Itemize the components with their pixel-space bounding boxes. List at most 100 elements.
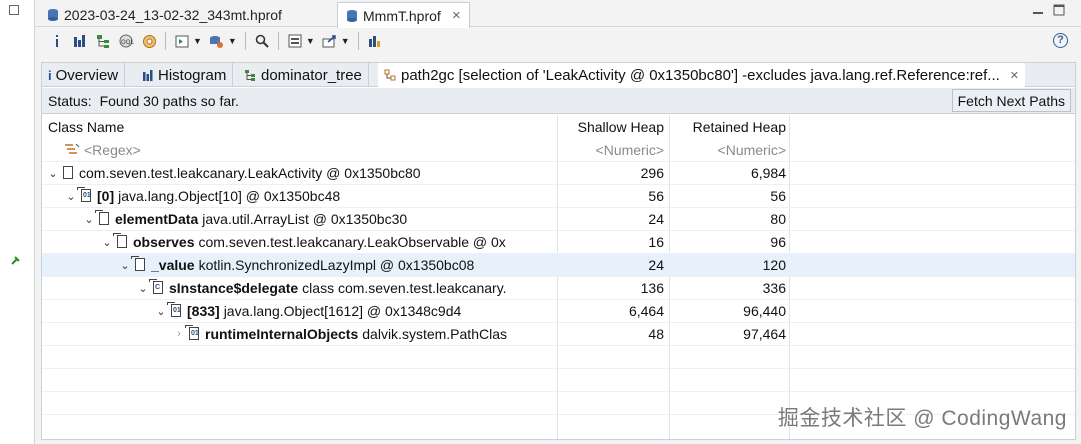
fetch-next-paths-button[interactable]: Fetch Next Paths: [951, 89, 1071, 112]
dominator-tree-icon[interactable]: [93, 31, 113, 51]
toolbar-separator: [357, 32, 359, 50]
tab-overview[interactable]: i Overview: [42, 63, 126, 87]
info-icon[interactable]: [47, 31, 67, 51]
shallow-heap-value: 16: [648, 234, 664, 250]
table-row-selected[interactable]: ⌄ _value kotlin.SynchronizedLazyImpl @ 0…: [42, 254, 1075, 277]
row-field: [833]: [187, 303, 220, 319]
reference-icon: [95, 210, 110, 226]
tab-label: path2gc [selection of 'LeakActivity @ 0x…: [401, 67, 1000, 84]
close-tab-icon[interactable]: ✕: [1010, 69, 1019, 82]
shallow-heap-value: 48: [648, 326, 664, 342]
table-row[interactable]: ⌄ 01 [833] java.lang.Object[1612] @ 0x13…: [42, 300, 1075, 323]
oql-icon[interactable]: OQL: [116, 31, 136, 51]
chevron-down-icon[interactable]: ▼: [306, 36, 315, 46]
chevron-down-icon[interactable]: ⌄: [136, 282, 150, 295]
export-icon[interactable]: [320, 31, 340, 51]
class-name-filter-input[interactable]: <Regex>: [84, 142, 141, 158]
editor-tab-hprof-1[interactable]: 2023-03-24_13-02-32_343mt.hprof: [39, 2, 290, 27]
search-icon[interactable]: [252, 31, 272, 51]
chevron-down-icon[interactable]: ▼: [341, 36, 350, 46]
status-text: Found 30 paths so far.: [99, 92, 239, 109]
retained-heap-value: 120: [762, 257, 786, 273]
row-field: runtimeInternalObjects: [205, 326, 359, 342]
toolbar-separator: [277, 32, 279, 50]
tab-histogram[interactable]: Histogram: [136, 63, 234, 87]
shallow-heap-value: 24: [648, 211, 664, 227]
shallow-filter-input[interactable]: <Numeric>: [560, 139, 664, 161]
database-icon: [48, 8, 58, 21]
object-icon: [62, 166, 74, 180]
tab-label: Overview: [55, 66, 119, 84]
table-row[interactable]: ⌄ observes com.seven.test.leakcanary.Lea…: [42, 231, 1075, 254]
row-object: kotlin.SynchronizedLazyImpl @ 0x1350bc08: [198, 257, 475, 273]
row-object: com.seven.test.leakcanary.LeakObservable…: [198, 234, 506, 250]
status-bar: Status: Found 30 paths so far. Fetch Nex…: [42, 88, 1075, 114]
watermark-text: 掘金技术社区 @ CodingWang: [777, 407, 1067, 430]
toolbar: OQL ▼ ▼ ▼ ▼ ?: [41, 28, 1076, 54]
tab-dominator-tree[interactable]: dominator_tree: [238, 63, 369, 87]
shallow-heap-value: 6,464: [628, 303, 664, 319]
table-row[interactable]: › 01 runtimeInternalObjects dalvik.syste…: [42, 323, 1075, 346]
table-row[interactable]: ⌄ C sInstance$delegate class com.seven.t…: [42, 277, 1075, 300]
editor-area: 2023-03-24_13-02-32_343mt.hprof MmmT.hpr…: [34, 0, 1081, 444]
help-icon[interactable]: ?: [1053, 33, 1068, 48]
retained-heap-value: 336: [762, 280, 786, 296]
retained-heap-value: 56: [770, 188, 786, 204]
retained-heap-value: 80: [770, 211, 786, 227]
minimize-editor-icon[interactable]: [1032, 4, 1044, 16]
retained-filter-input[interactable]: <Numeric>: [672, 139, 786, 161]
table-row[interactable]: ⌄ elementData java.util.ArrayList @ 0x13…: [42, 208, 1075, 231]
array-reference-icon: 01: [185, 325, 200, 341]
row-field: [0]: [97, 188, 115, 204]
chevron-down-icon[interactable]: ⌄: [46, 167, 60, 180]
chevron-down-icon[interactable]: ⌄: [82, 213, 96, 226]
result-tab-bar: i Overview Histogram dominator_tree path…: [42, 63, 1075, 88]
column-header-class-name[interactable]: Class Name: [48, 115, 553, 139]
table-row[interactable]: ⌄ 01 [0] java.lang.Object[10] @ 0x1350bc…: [42, 185, 1075, 208]
database-icon: [347, 9, 357, 22]
chevron-down-icon[interactable]: ▼: [228, 36, 237, 46]
retained-heap-value: 97,464: [743, 326, 786, 342]
histogram-icon[interactable]: [70, 31, 90, 51]
dominator-tree-icon: [245, 69, 255, 81]
row-field: _value: [151, 257, 195, 273]
reference-icon: [113, 233, 128, 249]
row-object: java.util.ArrayList @ 0x1350bc30: [202, 211, 408, 227]
chevron-right-icon[interactable]: ›: [172, 328, 186, 340]
column-header-retained-heap[interactable]: Retained Heap: [672, 115, 786, 139]
pin-icon: [11, 256, 20, 265]
table-row[interactable]: ⌄ com.seven.test.leakcanary.LeakActivity…: [42, 162, 1075, 185]
minimize-icon[interactable]: [9, 5, 19, 15]
left-gutter: [0, 0, 34, 444]
chevron-down-icon[interactable]: ⌄: [118, 259, 132, 272]
run-report-icon[interactable]: [172, 31, 192, 51]
close-tab-icon[interactable]: ✕: [452, 9, 461, 22]
chevron-down-icon[interactable]: ▼: [193, 36, 202, 46]
array-reference-icon: 01: [167, 302, 182, 318]
calculate-retained-icon[interactable]: [365, 31, 385, 51]
svg-text:OQL: OQL: [121, 39, 134, 46]
chevron-down-icon[interactable]: ⌄: [154, 305, 168, 318]
editor-tab-label: MmmT.hprof: [363, 7, 441, 24]
heap-dump-query-icon[interactable]: [207, 31, 227, 51]
path-to-gc-icon: [384, 69, 396, 81]
filter-row: <Regex> <Numeric> <Numeric>: [42, 139, 1075, 162]
maximize-editor-icon[interactable]: [1053, 4, 1065, 16]
empty-row: [42, 346, 1075, 369]
shallow-heap-value: 56: [648, 188, 664, 204]
shallow-heap-value: 296: [640, 165, 664, 181]
class-reference-icon: C: [149, 279, 164, 295]
row-object: dalvik.system.PathClas: [362, 326, 507, 342]
toolbar-separator: [244, 32, 246, 50]
column-header-shallow-heap[interactable]: Shallow Heap: [560, 115, 664, 139]
thread-overview-icon[interactable]: [139, 31, 159, 51]
shallow-heap-value: 136: [640, 280, 664, 296]
chevron-down-icon[interactable]: ⌄: [100, 236, 114, 249]
chevron-down-icon[interactable]: ⌄: [64, 190, 78, 203]
row-object: com.seven.test.leakcanary.LeakActivity @…: [79, 165, 421, 181]
toolbar-separator: [165, 32, 166, 50]
tab-path2gc[interactable]: path2gc [selection of 'LeakActivity @ 0x…: [378, 63, 1026, 88]
editor-tab-mmmt[interactable]: MmmT.hprof ✕: [337, 2, 471, 28]
group-by-icon[interactable]: [285, 31, 305, 51]
row-object: java.lang.Object[10] @ 0x1350bc48: [118, 188, 341, 204]
